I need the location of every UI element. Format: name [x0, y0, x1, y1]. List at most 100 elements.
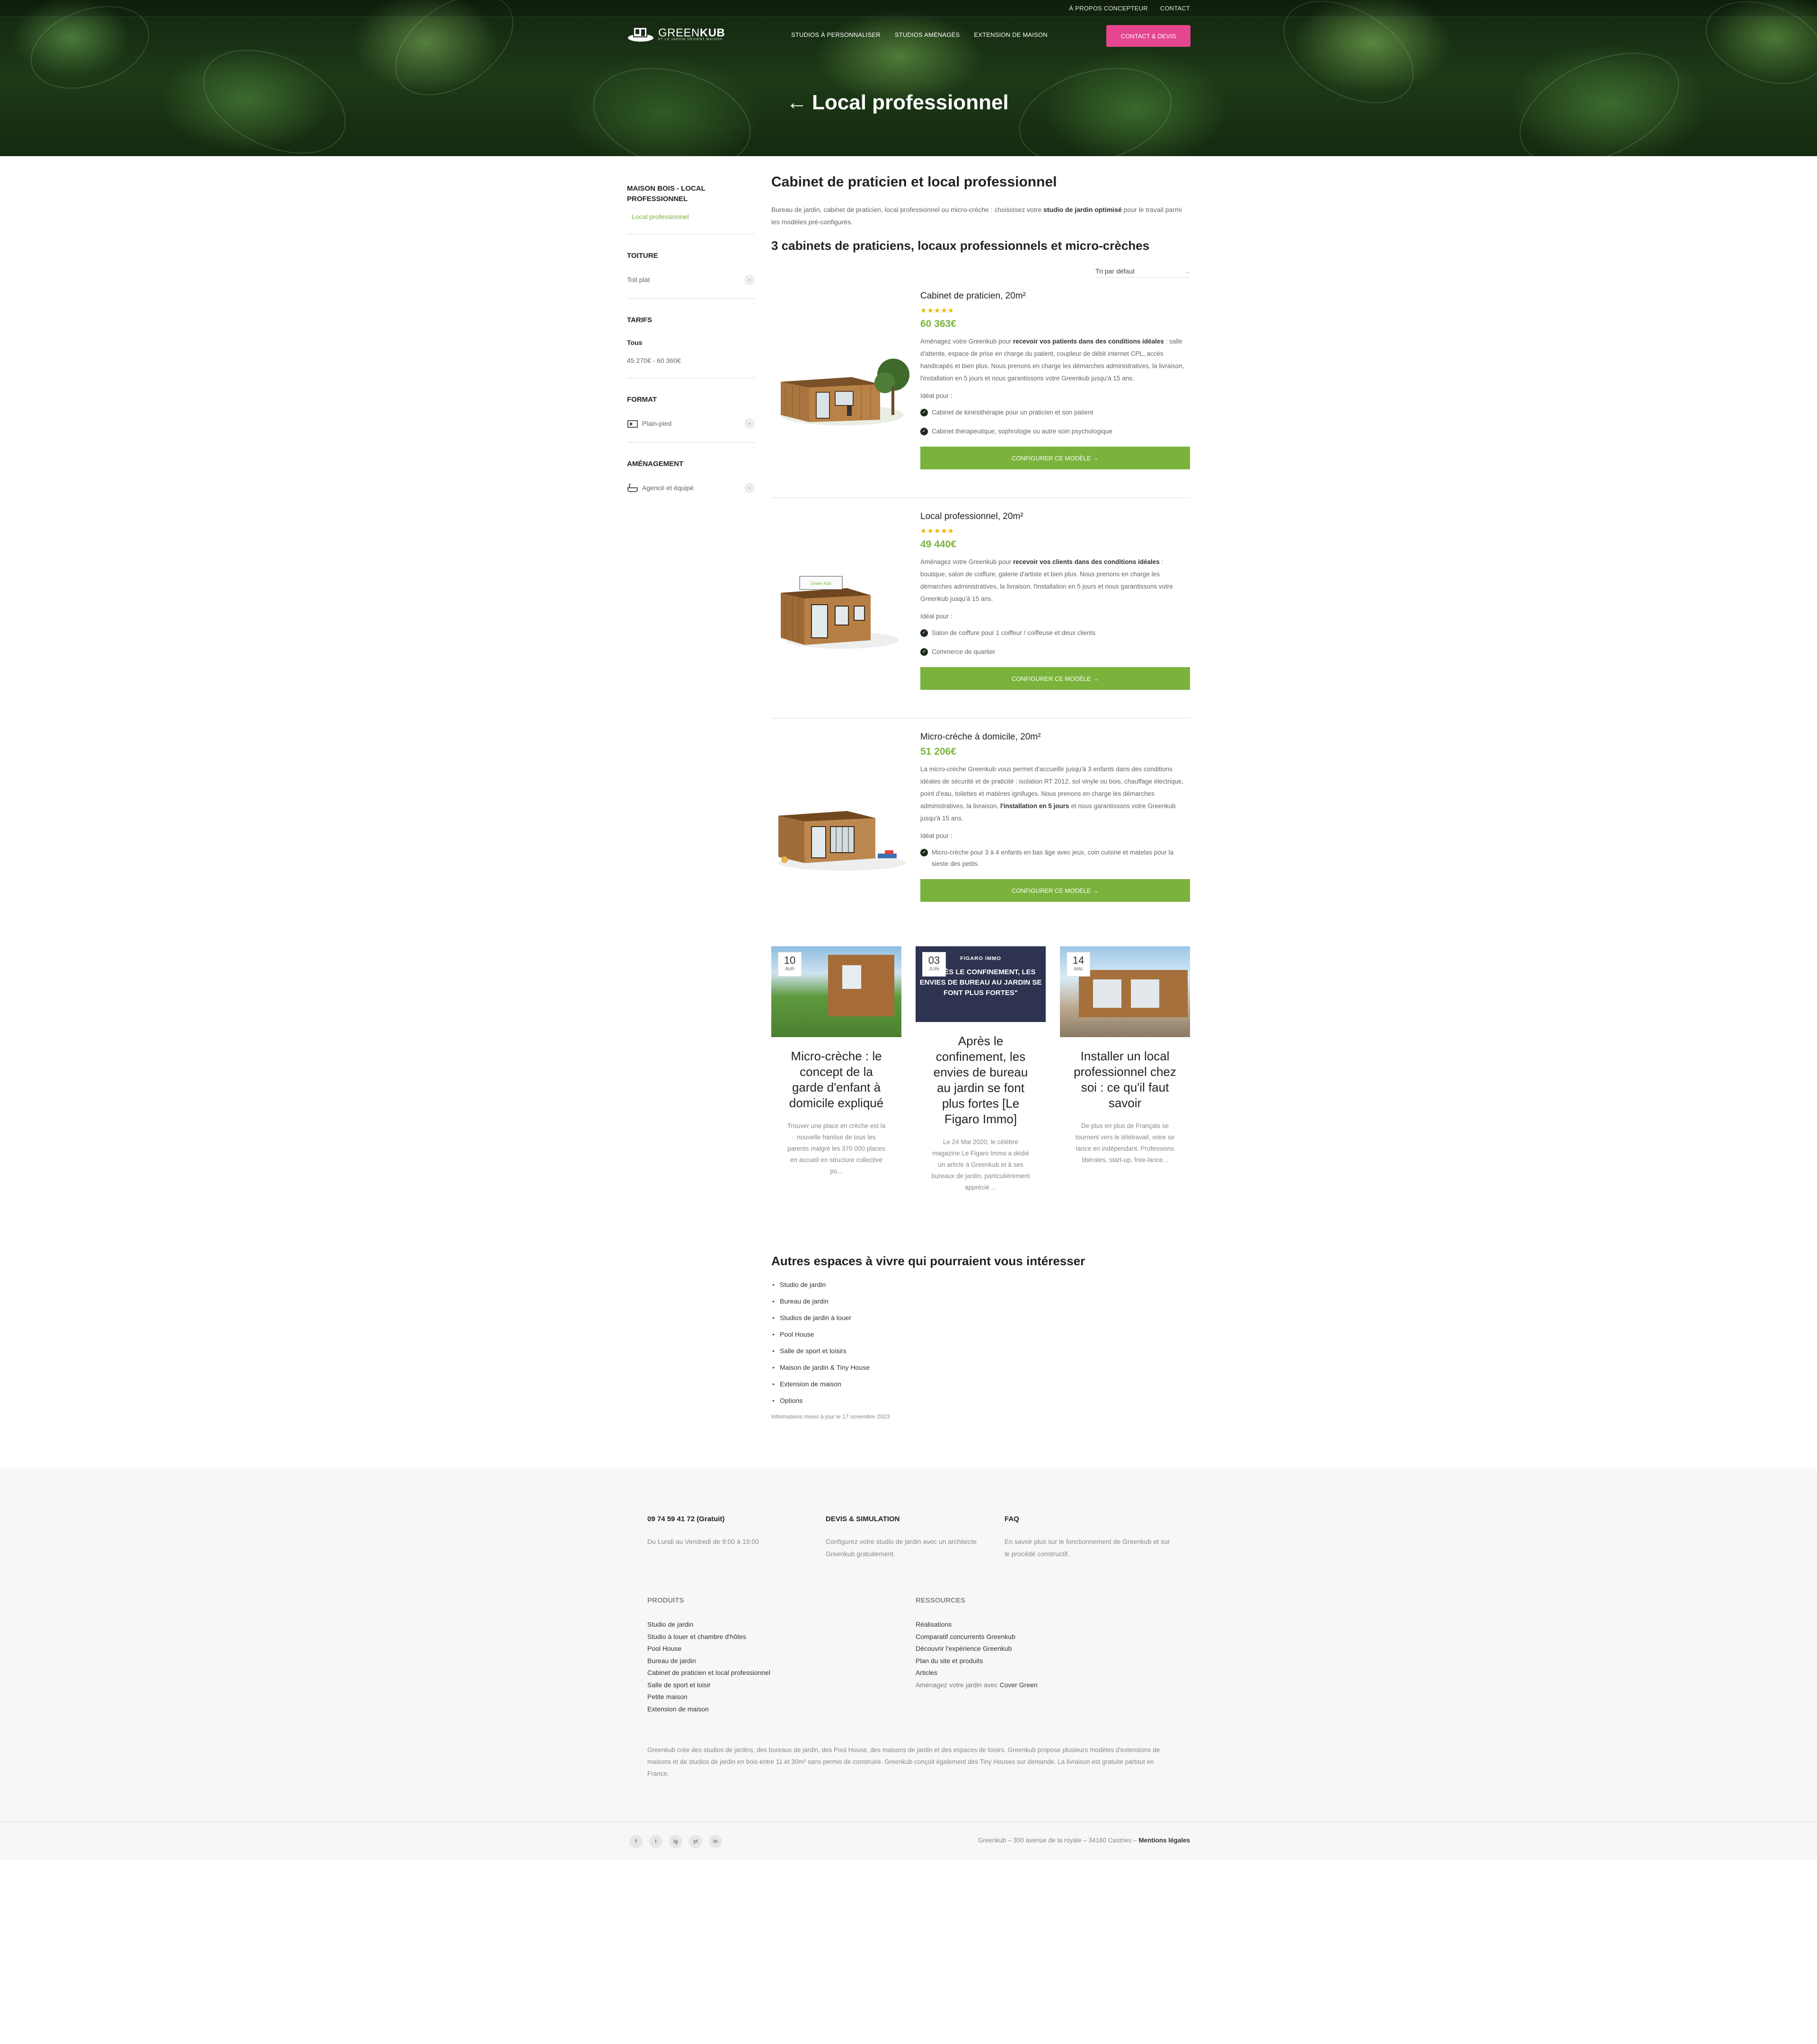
nav-studios-personnaliser[interactable]: STUDIOS À PERSONNALISER	[791, 31, 881, 38]
article-image[interactable]: 14 MAI	[1060, 946, 1190, 1037]
amenagement-title: AMÉNAGEMENT	[627, 460, 684, 468]
date-month: AVR	[785, 967, 794, 972]
footer-product-link[interactable]: Salle de sport et loisir	[647, 1679, 884, 1692]
sort-selected-value: Tri par défaut	[1095, 267, 1135, 275]
article-card[interactable]: 14 MAI Installer un local professionnel …	[1060, 946, 1190, 1193]
twitter-icon[interactable]: t	[649, 1835, 662, 1848]
leaf-decoration	[1502, 30, 1697, 156]
other-space-link[interactable]: Maison de jardin & Tiny House	[771, 1364, 1190, 1371]
product-info: Cabinet de praticien, 20m² ★★★★★ 60 363€…	[920, 291, 1190, 469]
footer-resources-title: RESSOURCES	[916, 1596, 966, 1604]
chevron-right-icon: ›	[744, 483, 755, 493]
article-image[interactable]: 10 AVR	[771, 946, 901, 1037]
use-case-item: ✓ Cabinet de kinésithérapie pour un prati…	[920, 407, 1190, 418]
contact-devis-button[interactable]: CONTACT & DEVIS	[1106, 25, 1191, 47]
date-month: JUIN	[928, 967, 940, 972]
product-name[interactable]: Micro-crèche à domicile, 20m²	[920, 732, 1190, 742]
back-arrow-icon[interactable]: ←	[786, 91, 807, 115]
use-case-text: Cabinet de kinésithérapie pour un pratic…	[932, 409, 1094, 416]
toiture-option-toit-plat[interactable]: Toit plat ›	[627, 274, 755, 285]
footer-product-link[interactable]: Bureau de jardin	[647, 1655, 884, 1667]
ideal-label: Idéal pour :	[920, 392, 953, 399]
product-image-micro-creche[interactable]	[771, 719, 913, 939]
nav-extension-maison[interactable]: EXTENSION DE MAISON	[974, 31, 1048, 38]
other-space-link[interactable]: Salle de sport et loisirs	[771, 1347, 1190, 1355]
date-month: MAI	[1074, 967, 1083, 972]
amenagement-option-agence[interactable]: Agencé et équipé ›	[627, 483, 755, 493]
format-option-plain-pied[interactable]: Plain-pied ›	[627, 418, 755, 429]
product-card: Green Kub Local professionnel, 20m² ★★★★…	[771, 498, 1190, 719]
category-title[interactable]: MAISON BOIS - LOCAL PROFESSIONNEL	[627, 184, 755, 204]
tarifs-all-option[interactable]: Tous	[627, 339, 755, 346]
main-navigation: STUDIOS À PERSONNALISER STUDIOS AMÉNAGÉS…	[791, 31, 1048, 38]
tarifs-title: TARIFS	[627, 316, 653, 324]
use-case-text: Micro-crèche pour 3 à 4 enfants en bas â…	[932, 849, 1174, 867]
top-utility-bar: À PROPOS CONCEPTEUR CONTACT	[0, 0, 1817, 17]
cover-green-link[interactable]: Cover Green	[999, 1681, 1037, 1689]
related-articles: 10 AVR Micro-crèche : le concept de la g…	[771, 946, 1190, 1193]
about-link[interactable]: À PROPOS CONCEPTEUR	[1069, 5, 1147, 12]
footer-resource-cover-green: Aménagez votre jardin avec Cover Green	[916, 1679, 1152, 1692]
site-logo[interactable]: GREENKUB ET LE JARDIN DEVIENT MAISON	[627, 24, 725, 43]
product-name[interactable]: Cabinet de praticien, 20m²	[920, 291, 1190, 301]
configure-model-button[interactable]: CONFIGURER CE MODÈLE →	[920, 447, 1190, 469]
footer-resource-link[interactable]: Découvrir l'expérience Greenkub	[916, 1643, 1152, 1655]
footer-phone-number[interactable]: 09 74 59 41 72 (Gratuit)	[647, 1515, 808, 1523]
footer-resource-link[interactable]: Articles	[916, 1667, 1152, 1679]
format-option-label: Plain-pied	[642, 420, 672, 427]
product-image-local[interactable]: Green Kub	[771, 498, 913, 719]
configure-model-button[interactable]: CONFIGURER CE MODÈLE →	[920, 879, 1190, 902]
desc-highlight: recevoir vos clients dans des conditions…	[1013, 558, 1160, 565]
nav-studios-amenages[interactable]: STUDIOS AMÉNAGÉS	[895, 31, 960, 38]
footer-resource-link[interactable]: Comparatif concurrents Greenkub	[916, 1631, 1152, 1643]
product-name[interactable]: Local professionnel, 20m²	[920, 511, 1190, 522]
footer-product-link[interactable]: Petite maison	[647, 1691, 884, 1703]
other-space-link[interactable]: Bureau de jardin	[771, 1297, 1190, 1305]
tarifs-range[interactable]: 45 270€ - 60 360€	[627, 357, 755, 364]
footer-resource-link[interactable]: Plan du site et produits	[916, 1655, 1152, 1667]
filter-sidebar: MAISON BOIS - LOCAL PROFESSIONNEL Local …	[627, 184, 755, 522]
footer-product-link[interactable]: Cabinet de praticien et local profession…	[647, 1667, 884, 1679]
footer-faq-title[interactable]: FAQ	[1005, 1515, 1175, 1523]
instagram-icon[interactable]: ig	[669, 1835, 682, 1848]
window-illustration	[1093, 979, 1121, 1008]
configure-model-button[interactable]: CONFIGURER CE MODÈLE →	[920, 667, 1190, 690]
footer-product-link[interactable]: Pool House	[647, 1643, 884, 1655]
product-image-cabinet[interactable]	[771, 278, 913, 498]
contact-link[interactable]: CONTACT	[1160, 5, 1190, 12]
format-title: FORMAT	[627, 396, 657, 404]
article-card[interactable]: FIGARO IMMO "APRÈS LE CONFINEMENT, LES E…	[916, 946, 1046, 1193]
use-case-item: ✓ Cabinet thérapeutique, sophrologie ou a…	[920, 426, 1190, 437]
article-card[interactable]: 10 AVR Micro-crèche : le concept de la g…	[771, 946, 901, 1193]
toiture-title: TOITURE	[627, 252, 658, 260]
other-space-link[interactable]: Options	[771, 1397, 1190, 1404]
rating-stars-icon: ★★★★★	[920, 307, 955, 315]
footer-product-link[interactable]: Extension de maison	[647, 1703, 884, 1716]
other-space-link[interactable]: Studio de jardin	[771, 1281, 1190, 1288]
youtube-icon[interactable]: yt	[689, 1835, 702, 1848]
logo-tagline: ET LE JARDIN DEVIENT MAISON	[658, 38, 723, 41]
legal-mentions-link[interactable]: Mentions légales	[1138, 1837, 1190, 1844]
products-subtitle: 3 cabinets de praticiens, locaux profess…	[771, 238, 1150, 253]
footer-product-link[interactable]: Studio de jardin	[647, 1619, 884, 1631]
intro-text: Bureau de jardin, cabinet de praticien, …	[771, 203, 1190, 228]
linkedin-icon[interactable]: in	[709, 1835, 722, 1848]
footer-resource-link[interactable]: Réalisations	[916, 1619, 1152, 1631]
footer-devis-title[interactable]: DEVIS & SIMULATION	[826, 1515, 987, 1523]
svg-text:Green Kub: Green Kub	[811, 581, 831, 586]
article-title[interactable]: Installer un local professionnel chez so…	[1060, 1048, 1190, 1111]
facebook-icon[interactable]: f	[629, 1835, 643, 1848]
other-space-link[interactable]: Extension de maison	[771, 1380, 1190, 1388]
other-space-link[interactable]: Pool House	[771, 1330, 1190, 1338]
page-title-text: Local professionnel	[812, 91, 1009, 114]
ideal-label: Idéal pour :	[920, 832, 953, 839]
article-title[interactable]: Après le confinement, les envies de bure…	[916, 1033, 1046, 1127]
intro-highlight: studio de jardin optimisé	[1043, 206, 1122, 213]
other-space-link[interactable]: Studios de jardin à louer	[771, 1314, 1190, 1322]
article-title[interactable]: Micro-crèche : le concept de la garde d'…	[771, 1048, 901, 1111]
article-image[interactable]: FIGARO IMMO "APRÈS LE CONFINEMENT, LES E…	[916, 946, 1046, 1022]
sort-select[interactable]: Tri par défaut ⌄	[1095, 264, 1190, 278]
desc-highlight: l'installation en 5 jours	[1000, 802, 1069, 810]
category-link-local-professionnel[interactable]: Local professionnel	[627, 213, 755, 220]
footer-product-link[interactable]: Studio à louer et chambre d'hôtes	[647, 1631, 884, 1643]
